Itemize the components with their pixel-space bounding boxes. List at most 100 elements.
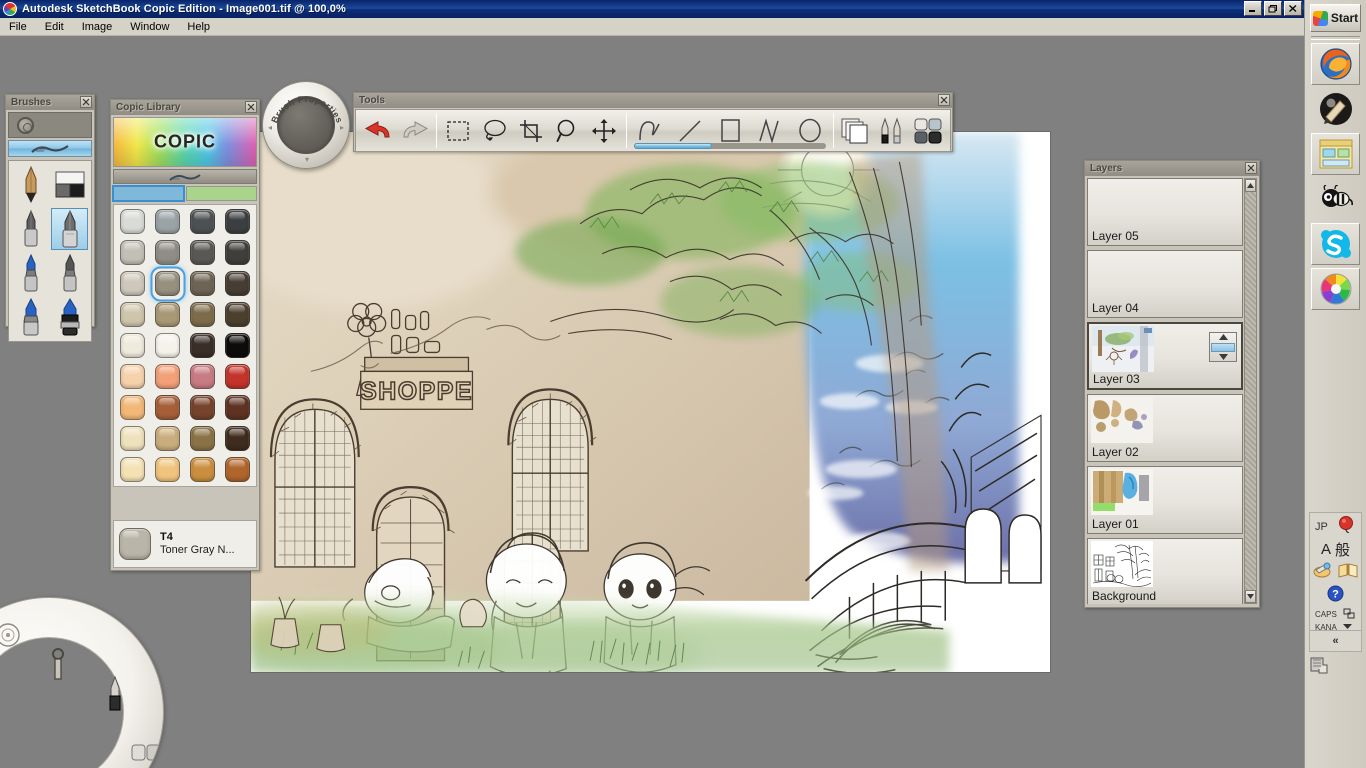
left-arrow-icon[interactable]: ◂	[268, 124, 272, 132]
right-arrow-icon[interactable]: ▸	[340, 124, 344, 132]
copic-swatch-22[interactable]	[189, 364, 217, 389]
copic-swatch-4[interactable]	[119, 240, 147, 265]
copic-swatch-3[interactable]	[223, 209, 251, 234]
layers-panel-titlebar[interactable]: Layers	[1085, 161, 1259, 176]
ime-pad-icon[interactable]	[1313, 562, 1333, 583]
taskbar-item-skype[interactable]	[1311, 223, 1360, 265]
copic-swatch-29[interactable]	[154, 426, 182, 451]
tool-icon[interactable]	[47, 648, 69, 687]
taskbar-item-color-wheel[interactable]	[1311, 268, 1360, 310]
menu-item-help[interactable]: Help	[178, 19, 219, 35]
ime-collapse-button[interactable]: «	[1309, 630, 1362, 652]
copic-swatch-12[interactable]	[119, 302, 147, 327]
undo-button[interactable]	[360, 111, 397, 150]
brush-item-eraser[interactable]	[51, 164, 88, 206]
copic-swatch-28[interactable]	[119, 426, 147, 451]
lagoon-radial-menu[interactable]	[0, 597, 164, 768]
layer-nudge-icon[interactable]	[1209, 332, 1237, 362]
close-button[interactable]	[1284, 1, 1302, 16]
brush-properties-puck[interactable]: Brush Properties ◂ ▸ ▾	[262, 81, 350, 169]
color-palette-toggle-button[interactable]	[910, 111, 947, 150]
move-button[interactable]	[586, 111, 623, 150]
copic-swatch-31[interactable]	[223, 426, 251, 451]
down-arrow-icon[interactable]: ▾	[305, 156, 309, 164]
brush-item-pencil[interactable]	[12, 164, 49, 206]
copic-swatch-24[interactable]	[119, 395, 147, 420]
taskbar-item-firefox[interactable]	[1311, 43, 1360, 85]
ime-conversion-mode[interactable]: 般	[1335, 539, 1350, 560]
close-icon[interactable]	[80, 96, 92, 108]
layer-row[interactable]: Layer 02	[1087, 394, 1243, 462]
copic-swatch-1[interactable]	[154, 209, 182, 234]
menu-item-file[interactable]: File	[0, 19, 36, 35]
layer-row[interactable]: Layer 01	[1087, 466, 1243, 534]
layer-row[interactable]: Layer 03	[1087, 322, 1243, 390]
ime-input-mode[interactable]: A	[1321, 541, 1331, 558]
copic-swatch-21[interactable]	[154, 364, 182, 389]
layers-list[interactable]: Layer 05 Layer 04 Layer 03 Layer 02 Layer 01…	[1087, 178, 1243, 604]
copic-swatch-23[interactable]	[223, 364, 251, 389]
copic-swatch-16[interactable]	[119, 333, 147, 358]
copic-swatch-25[interactable]	[154, 395, 182, 420]
layer-row[interactable]: Background	[1087, 538, 1243, 604]
ime-caps-label[interactable]: CAPS	[1315, 610, 1337, 621]
copic-swatch-35[interactable]	[223, 457, 251, 482]
copic-swatch-0[interactable]	[119, 209, 147, 234]
taskbar-item-bee[interactable]	[1311, 178, 1360, 220]
restore-button[interactable]	[1264, 1, 1282, 16]
brush-icon[interactable]	[103, 675, 127, 717]
brush-properties-dial[interactable]	[277, 96, 335, 154]
close-icon[interactable]	[245, 101, 257, 113]
taskbar-item-photo-app[interactable]	[1311, 88, 1360, 130]
copic-swatch-11[interactable]	[223, 271, 251, 296]
copic-recent-swatch-1[interactable]	[186, 186, 257, 201]
help-icon[interactable]: ?	[1327, 585, 1344, 607]
stroke-preview-icon[interactable]	[8, 140, 92, 157]
menu-item-window[interactable]: Window	[121, 19, 178, 35]
copic-swatch-27[interactable]	[223, 395, 251, 420]
menu-item-edit[interactable]: Edit	[36, 19, 73, 35]
rectangle-select-button[interactable]	[440, 111, 477, 150]
copic-swatch-13[interactable]	[154, 302, 182, 327]
copic-swatch-10[interactable]	[189, 271, 217, 296]
copic-swatch-32[interactable]	[119, 457, 147, 482]
copic-swatch-6[interactable]	[189, 240, 217, 265]
layers-scrollbar[interactable]	[1244, 178, 1257, 604]
lasso-select-button[interactable]	[477, 111, 514, 150]
red-balloon-icon[interactable]	[1338, 515, 1356, 538]
ime-language-label[interactable]: JP	[1315, 521, 1328, 533]
layer-row[interactable]: Layer 05	[1087, 178, 1243, 246]
palette-icon[interactable]	[131, 744, 161, 767]
copic-swatch-7[interactable]	[223, 240, 251, 265]
copic-recent-swatch-0[interactable]	[112, 185, 185, 202]
copic-swatch-19[interactable]	[223, 333, 251, 358]
brushes-toggle-button[interactable]	[873, 111, 910, 150]
copic-swatch-34[interactable]	[189, 457, 217, 482]
brush-item-marker-blue-broad[interactable]	[12, 296, 49, 338]
dictionary-icon[interactable]	[1338, 562, 1358, 583]
redo-button[interactable]	[397, 111, 434, 150]
crop-button[interactable]	[513, 111, 550, 150]
copic-swatch-33[interactable]	[154, 457, 182, 482]
copic-swatch-14[interactable]	[189, 302, 217, 327]
tray-icon[interactable]	[1309, 655, 1329, 675]
copic-color-spectrum[interactable]: COPIC	[113, 117, 257, 167]
copic-swatch-15[interactable]	[223, 302, 251, 327]
copic-swatch-30[interactable]	[189, 426, 217, 451]
ime-tool-icon[interactable]	[1343, 608, 1355, 623]
brush-item-marker-blue-dark[interactable]	[51, 296, 88, 338]
scroll-up-icon[interactable]	[1245, 179, 1256, 192]
copic-swatch-9[interactable]	[154, 271, 182, 296]
menu-item-image[interactable]: Image	[73, 19, 122, 35]
copic-swatch-26[interactable]	[189, 395, 217, 420]
brush-item-marker-gray-fine[interactable]	[51, 252, 88, 294]
puck-icon[interactable]	[0, 622, 21, 653]
copic-swatch-5[interactable]	[154, 240, 182, 265]
zoom-button[interactable]	[550, 111, 587, 150]
start-button[interactable]: Start	[1310, 4, 1361, 32]
tools-panel-titlebar[interactable]: Tools	[354, 93, 952, 108]
scroll-down-icon[interactable]	[1245, 590, 1256, 603]
copic-panel-titlebar[interactable]: Copic Library	[111, 100, 259, 115]
copic-swatch-17[interactable]	[154, 333, 182, 358]
brush-item-marker-gray[interactable]	[12, 208, 49, 250]
